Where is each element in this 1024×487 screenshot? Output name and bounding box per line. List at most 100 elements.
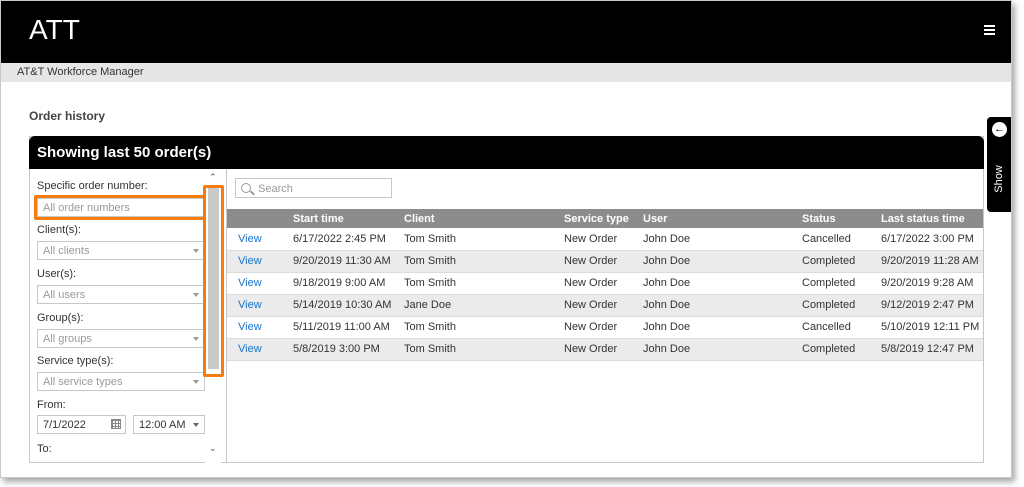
show-panel-tab[interactable]: ← Show <box>987 117 1011 212</box>
chevron-down-icon <box>193 249 199 253</box>
clients-select[interactable]: All clients <box>37 241 205 260</box>
app-subtitle: AT&T Workforce Manager <box>17 66 144 78</box>
orders-table: Start time Client Service type User Stat… <box>227 209 983 361</box>
clients-label: Client(s): <box>37 224 82 236</box>
column-header-status[interactable]: Status <box>802 209 881 228</box>
cell-service-type: New Order <box>564 272 643 295</box>
cell-client: Tom Smith <box>404 250 564 273</box>
cell-user: John Doe <box>643 250 802 273</box>
cell-client: Tom Smith <box>404 338 564 361</box>
chevron-down-icon <box>193 337 199 341</box>
cell-start-time: 9/18/2019 9:00 AM <box>293 272 404 295</box>
column-header-service-type[interactable]: Service type <box>564 209 643 228</box>
cell-start-time: 6/17/2022 2:45 PM <box>293 228 404 251</box>
service-types-placeholder: All service types <box>43 376 123 388</box>
view-link[interactable]: View <box>227 316 293 339</box>
cell-last-status-time: 6/17/2022 3:00 PM <box>881 228 983 251</box>
cell-service-type: New Order <box>564 338 643 361</box>
sub-header-bar: AT&T Workforce Manager <box>1 63 1011 82</box>
arrow-left-circle-icon: ← <box>992 122 1007 137</box>
from-time-value: 12:00 AM <box>139 419 186 431</box>
scrollbar-highlight <box>203 185 224 377</box>
groups-placeholder: All groups <box>43 333 92 345</box>
chevron-down-icon <box>193 293 199 297</box>
cell-status: Cancelled <box>802 316 881 339</box>
top-bar: ATT <box>1 1 1011 63</box>
hamburger-icon[interactable] <box>984 25 995 35</box>
cell-status: Completed <box>802 294 881 317</box>
cell-status: Completed <box>802 272 881 295</box>
cell-status: Completed <box>802 250 881 273</box>
from-date-input[interactable]: 7/1/2022 <box>37 415 126 434</box>
panel-title: Showing last 50 order(s) <box>37 144 212 161</box>
brand-logo: ATT <box>29 14 80 45</box>
cell-start-time: 5/8/2019 3:00 PM <box>293 338 404 361</box>
view-link[interactable]: View <box>227 228 293 251</box>
cell-last-status-time: 5/8/2019 12:47 PM <box>881 338 983 361</box>
users-placeholder: All users <box>43 289 86 301</box>
cell-user: John Doe <box>643 228 802 251</box>
view-link[interactable]: View <box>227 294 293 317</box>
chevron-down-icon <box>193 380 199 384</box>
cell-start-time: 5/11/2019 11:00 AM <box>293 316 404 339</box>
users-select[interactable]: All users <box>37 285 205 304</box>
column-header-start-time[interactable]: Start time <box>293 209 404 228</box>
table-row: View 9/20/2019 11:30 AM Tom Smith New Or… <box>227 250 983 273</box>
table-row: View 9/18/2019 9:00 AM Tom Smith New Ord… <box>227 272 983 295</box>
cell-start-time: 9/20/2019 11:30 AM <box>293 250 404 273</box>
cell-last-status-time: 9/20/2019 9:28 AM <box>881 272 983 295</box>
cell-start-time: 5/14/2019 10:30 AM <box>293 294 404 317</box>
cell-client: Tom Smith <box>404 272 564 295</box>
table-row: View 5/11/2019 11:00 AM Tom Smith New Or… <box>227 316 983 339</box>
cell-client: Tom Smith <box>404 228 564 251</box>
chevron-down-icon[interactable]: ⌄ <box>209 443 217 454</box>
order-history-panel: Showing last 50 order(s) Specific order … <box>29 136 984 463</box>
from-label: From: <box>37 399 66 411</box>
page-title: Order history <box>29 109 106 123</box>
service-types-select[interactable]: All service types <box>37 372 205 391</box>
filters-sidebar: Specific order number: All order numbers… <box>30 169 227 463</box>
to-label: To: <box>37 443 52 455</box>
cell-service-type: New Order <box>564 294 643 317</box>
cell-status: Cancelled <box>802 228 881 251</box>
order-number-highlight <box>34 195 206 220</box>
column-header-user[interactable]: User <box>643 209 802 228</box>
column-header-last-status-time[interactable]: Last status time <box>881 209 983 228</box>
cell-client: Jane Doe <box>404 294 564 317</box>
table-row: View 5/8/2019 3:00 PM Tom Smith New Orde… <box>227 338 983 361</box>
panel-header: Showing last 50 order(s) <box>29 136 984 169</box>
cell-user: John Doe <box>643 316 802 339</box>
search-icon <box>241 183 251 193</box>
service-types-label: Service type(s): <box>37 355 114 367</box>
order-number-label: Specific order number: <box>37 180 148 192</box>
results-area: Search Start time Client Service type Us… <box>227 169 983 463</box>
cell-user: John Doe <box>643 272 802 295</box>
cell-last-status-time: 5/10/2019 12:11 PM <box>881 316 983 339</box>
table-row: View 6/17/2022 2:45 PM Tom Smith New Ord… <box>227 228 983 251</box>
calendar-icon[interactable] <box>111 419 121 429</box>
groups-select[interactable]: All groups <box>37 329 205 348</box>
cell-last-status-time: 9/12/2019 2:47 PM <box>881 294 983 317</box>
cell-status: Completed <box>802 338 881 361</box>
search-input[interactable]: Search <box>235 178 392 198</box>
chevron-up-icon[interactable]: ⌃ <box>209 172 217 183</box>
from-date-value: 7/1/2022 <box>43 419 86 431</box>
cell-user: John Doe <box>643 338 802 361</box>
cell-user: John Doe <box>643 294 802 317</box>
column-header-client[interactable]: Client <box>404 209 564 228</box>
cell-service-type: New Order <box>564 228 643 251</box>
cell-last-status-time: 9/20/2019 11:28 AM <box>881 250 983 273</box>
users-label: User(s): <box>37 268 77 280</box>
from-time-select[interactable]: 12:00 AM <box>133 415 205 434</box>
cell-service-type: New Order <box>564 316 643 339</box>
table-row: View 5/14/2019 10:30 AM Jane Doe New Ord… <box>227 294 983 317</box>
table-header-row: Start time Client Service type User Stat… <box>227 209 983 228</box>
column-header-view <box>227 209 293 228</box>
view-link[interactable]: View <box>227 338 293 361</box>
search-placeholder: Search <box>258 183 293 195</box>
cell-client: Tom Smith <box>404 316 564 339</box>
app-window: ATT AT&T Workforce Manager Order history… <box>0 0 1012 478</box>
view-link[interactable]: View <box>227 272 293 295</box>
cell-service-type: New Order <box>564 250 643 273</box>
view-link[interactable]: View <box>227 250 293 273</box>
